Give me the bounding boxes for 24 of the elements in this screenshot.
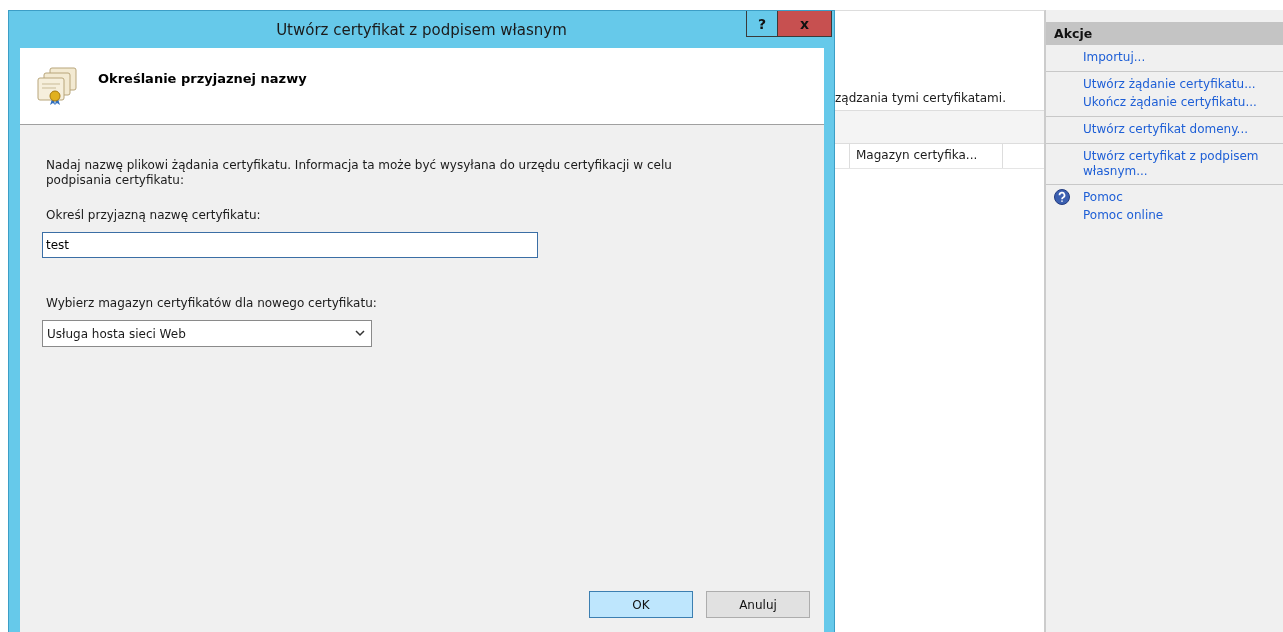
field-label: Wybierz magazyn certyfikatów dla nowego certyfikatu: xyxy=(46,296,378,310)
panel-title: Akcje xyxy=(1046,22,1283,45)
store-dropdown[interactable]: Usługa hosta sieci Web xyxy=(42,320,372,347)
action-link[interactable]: Importuj... xyxy=(1083,49,1273,66)
chevron-down-icon xyxy=(355,330,365,337)
certificate-icon xyxy=(36,66,78,106)
help-icon xyxy=(1054,189,1070,205)
cancel-button[interactable]: Anuluj xyxy=(706,591,810,618)
ok-button[interactable]: OK xyxy=(589,591,693,618)
description-text: ządzania tymi certyfikatami. xyxy=(835,91,1007,105)
name-input-field[interactable]: test xyxy=(42,232,538,258)
page-heading: Określanie przyjaznej nazwy xyxy=(98,70,307,86)
action-link[interactable]: Utwórz żądanie certyfikatu... xyxy=(1083,76,1273,93)
action-link[interactable]: Utwórz certyfikat z podpisem własnym... xyxy=(1083,148,1273,180)
close-button[interactable]: x xyxy=(778,11,832,37)
action-link[interactable]: Utwórz certyfikat domeny... xyxy=(1083,121,1273,138)
field-label: Określ przyjazną nazwę certyfikatu: xyxy=(46,208,262,222)
action-link[interactable]: Pomoc online xyxy=(1083,207,1273,224)
instruction-text: Nadaj nazwę plikowi żądania certyfikatu. Informacja ta może być wysyłana do urzędu certyfikacji w celu podpisania certyfikatu: xyxy=(46,158,673,188)
action-link[interactable]: Pomoc xyxy=(1083,189,1273,206)
help-button[interactable]: ? xyxy=(746,11,778,37)
action-link[interactable]: Ukończ żądanie certyfikatu... xyxy=(1083,94,1273,111)
window-title: Utwórz certyfikat z podpisem własnym xyxy=(275,20,568,39)
column-header[interactable]: Magazyn certyfika... xyxy=(849,144,1003,168)
